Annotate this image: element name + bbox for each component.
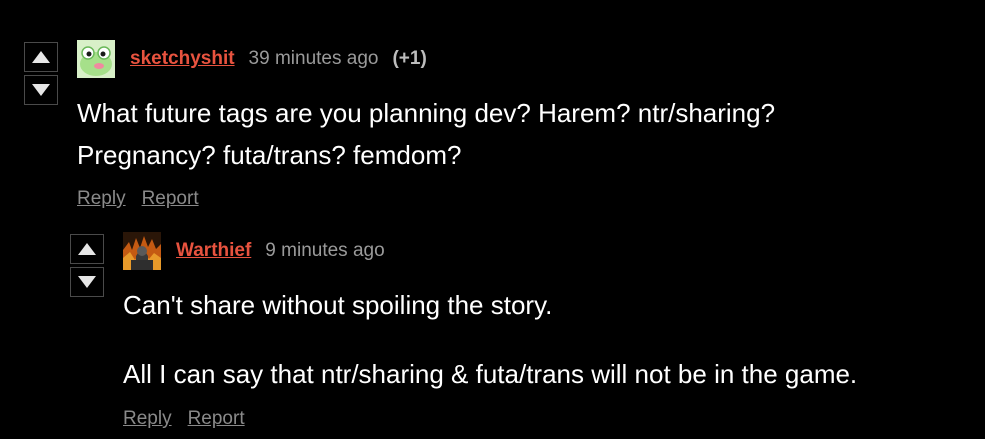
avatar[interactable] — [123, 232, 161, 270]
upvote-button[interactable] — [24, 42, 58, 72]
triangle-down-icon — [78, 276, 96, 288]
report-link[interactable]: Report — [142, 188, 199, 210]
avatar[interactable] — [77, 40, 115, 78]
warrior-fire-avatar-icon — [123, 232, 161, 270]
comment-body: What future tags are you planning dev? H… — [77, 92, 775, 176]
username-link[interactable]: sketchyshit — [130, 48, 235, 70]
triangle-up-icon — [78, 243, 96, 255]
reply-link[interactable]: Reply — [123, 408, 172, 430]
comment-text-line: What future tags are you planning dev? H… — [77, 98, 776, 128]
downvote-button[interactable] — [24, 75, 58, 105]
comment-actions: Reply Report — [77, 188, 199, 210]
timestamp: 39 minutes ago — [248, 48, 379, 69]
comment-thread: sketchyshit 39 minutes ago (+1) What fut… — [0, 0, 985, 439]
reply-link[interactable]: Reply — [77, 188, 126, 210]
report-link[interactable]: Report — [188, 408, 245, 430]
upvote-button[interactable] — [70, 234, 104, 264]
downvote-button[interactable] — [70, 267, 104, 297]
comment-actions: Reply Report — [123, 408, 245, 430]
vote-controls — [24, 42, 60, 105]
vote-controls — [70, 234, 106, 297]
score-badge: (+1) — [392, 48, 427, 69]
frog-avatar-icon — [77, 40, 115, 78]
triangle-up-icon — [32, 51, 50, 63]
comment-paragraph: Can't share without spoiling the story. — [123, 290, 553, 320]
comment-body: Can't share without spoiling the story. … — [123, 284, 857, 395]
triangle-down-icon — [32, 84, 50, 96]
comment-paragraph: All I can say that ntr/sharing & futa/tr… — [123, 359, 858, 389]
timestamp: 9 minutes ago — [265, 240, 385, 261]
username-link[interactable]: Warthief — [176, 240, 251, 262]
comment-meta: sketchyshit 39 minutes ago (+1) — [130, 48, 427, 70]
comment-meta: Warthief 9 minutes ago — [176, 240, 385, 262]
comment-text-line: Pregnancy? futa/trans? femdom? — [77, 140, 462, 170]
